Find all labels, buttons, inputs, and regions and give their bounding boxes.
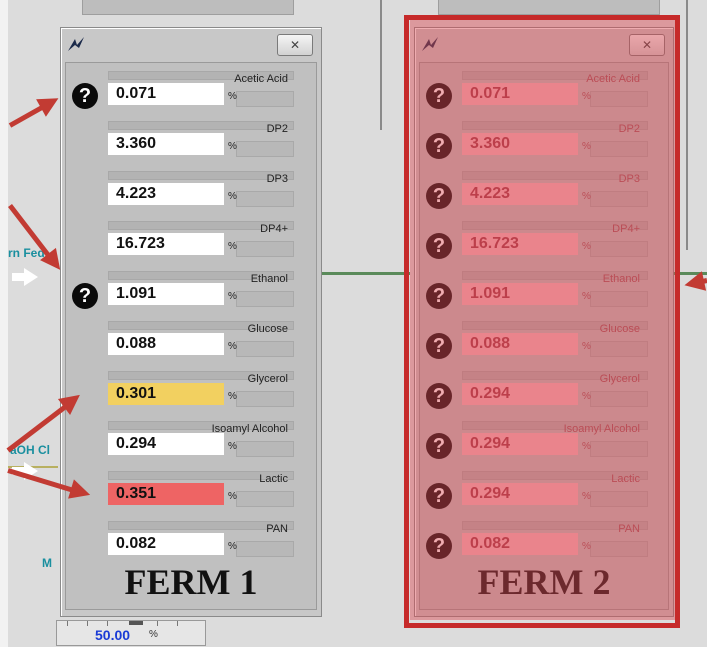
unit-label: % xyxy=(228,241,237,252)
unit-bar xyxy=(236,491,294,507)
measurement-value[interactable]: 0.301 xyxy=(108,383,224,405)
close-button[interactable]: ✕ xyxy=(277,34,313,56)
measurement-label: Glucose xyxy=(247,323,288,335)
feed-arrow-icon xyxy=(24,268,38,286)
unit-label: % xyxy=(228,341,237,352)
measurement-label: Glycerol xyxy=(247,373,288,385)
measurement-value[interactable]: 1.091 xyxy=(108,283,224,305)
measurement-label: PAN xyxy=(266,523,288,535)
unit-label: % xyxy=(228,541,237,552)
unit-label: % xyxy=(228,491,237,502)
measurement-row: Glucose 0.088% xyxy=(66,317,316,365)
pipe-vertical-right xyxy=(686,0,688,250)
unit-label: % xyxy=(228,191,237,202)
measurement-label: Lactic xyxy=(259,473,288,485)
measurement-row: Acetic Acid? 0.071% xyxy=(66,67,316,115)
unit-bar xyxy=(236,541,294,557)
unit-bar xyxy=(236,341,294,357)
unit-label: % xyxy=(228,291,237,302)
measurement-label: DP3 xyxy=(266,173,288,185)
speed-slider[interactable]: 50.00 % xyxy=(56,620,206,646)
ferm2-highlight-frame xyxy=(404,15,680,628)
ferm1-title: FERM 1 xyxy=(124,562,258,602)
help-icon[interactable]: ? xyxy=(72,83,98,109)
arrow-head-icon xyxy=(681,270,706,295)
pipe-horizontal xyxy=(320,272,410,275)
unit-bar xyxy=(236,441,294,457)
measurement-value[interactable]: 0.071 xyxy=(108,83,224,105)
unit-label: % xyxy=(228,391,237,402)
unit-label: % xyxy=(228,91,237,102)
measurement-label: Acetic Acid xyxy=(234,73,288,85)
ferm1-window[interactable]: ✕ Acetic Acid? 0.071% DP2 3.360% DP3 4.223% DP… xyxy=(60,27,322,617)
measurement-row: Ethanol? 1.091% xyxy=(66,267,316,315)
measurement-label: Ethanol xyxy=(250,273,288,285)
measurement-value[interactable]: 0.294 xyxy=(108,433,224,455)
pipe-vertical xyxy=(380,0,382,130)
measurement-value[interactable]: 4.223 xyxy=(108,183,224,205)
slider-handle[interactable] xyxy=(129,621,143,625)
ferm1-titlebar[interactable]: ✕ xyxy=(61,28,321,60)
measurement-row: Lactic 0.351% xyxy=(66,467,316,515)
vessel-top-1 xyxy=(82,0,294,15)
measurement-row: Glycerol 0.301% xyxy=(66,367,316,415)
measurement-row: PAN 0.082% xyxy=(66,517,316,565)
unit-bar xyxy=(236,241,294,257)
measurement-row: DP4+ 16.723% xyxy=(66,217,316,265)
slider-value: 50.00 xyxy=(95,627,131,643)
measurement-value[interactable]: 16.723 xyxy=(108,233,224,255)
unit-bar xyxy=(236,141,294,157)
unit-bar xyxy=(236,91,294,107)
measurement-value[interactable]: 0.351 xyxy=(108,483,224,505)
measurement-label: DP4+ xyxy=(260,223,288,235)
measurement-row: Isoamyl Alcohol 0.294% xyxy=(66,417,316,465)
unit-bar xyxy=(236,291,294,307)
ferm1-panel: Acetic Acid? 0.071% DP2 3.360% DP3 4.223% DP4+… xyxy=(65,62,317,610)
slider-unit: % xyxy=(149,629,158,640)
measurement-value[interactable]: 0.082 xyxy=(108,533,224,555)
measurement-row: DP2 3.360% xyxy=(66,117,316,165)
unit-label: % xyxy=(228,441,237,452)
help-icon[interactable]: ? xyxy=(72,283,98,309)
m-label: M xyxy=(42,556,52,570)
app-logo-icon xyxy=(68,37,84,51)
measurement-value[interactable]: 0.088 xyxy=(108,333,224,355)
measurement-row: DP3 4.223% xyxy=(66,167,316,215)
measurement-label: DP2 xyxy=(266,123,288,135)
unit-bar xyxy=(236,191,294,207)
unit-label: % xyxy=(228,141,237,152)
vessel-top-2 xyxy=(438,0,660,15)
measurement-value[interactable]: 3.360 xyxy=(108,133,224,155)
unit-bar xyxy=(236,391,294,407)
